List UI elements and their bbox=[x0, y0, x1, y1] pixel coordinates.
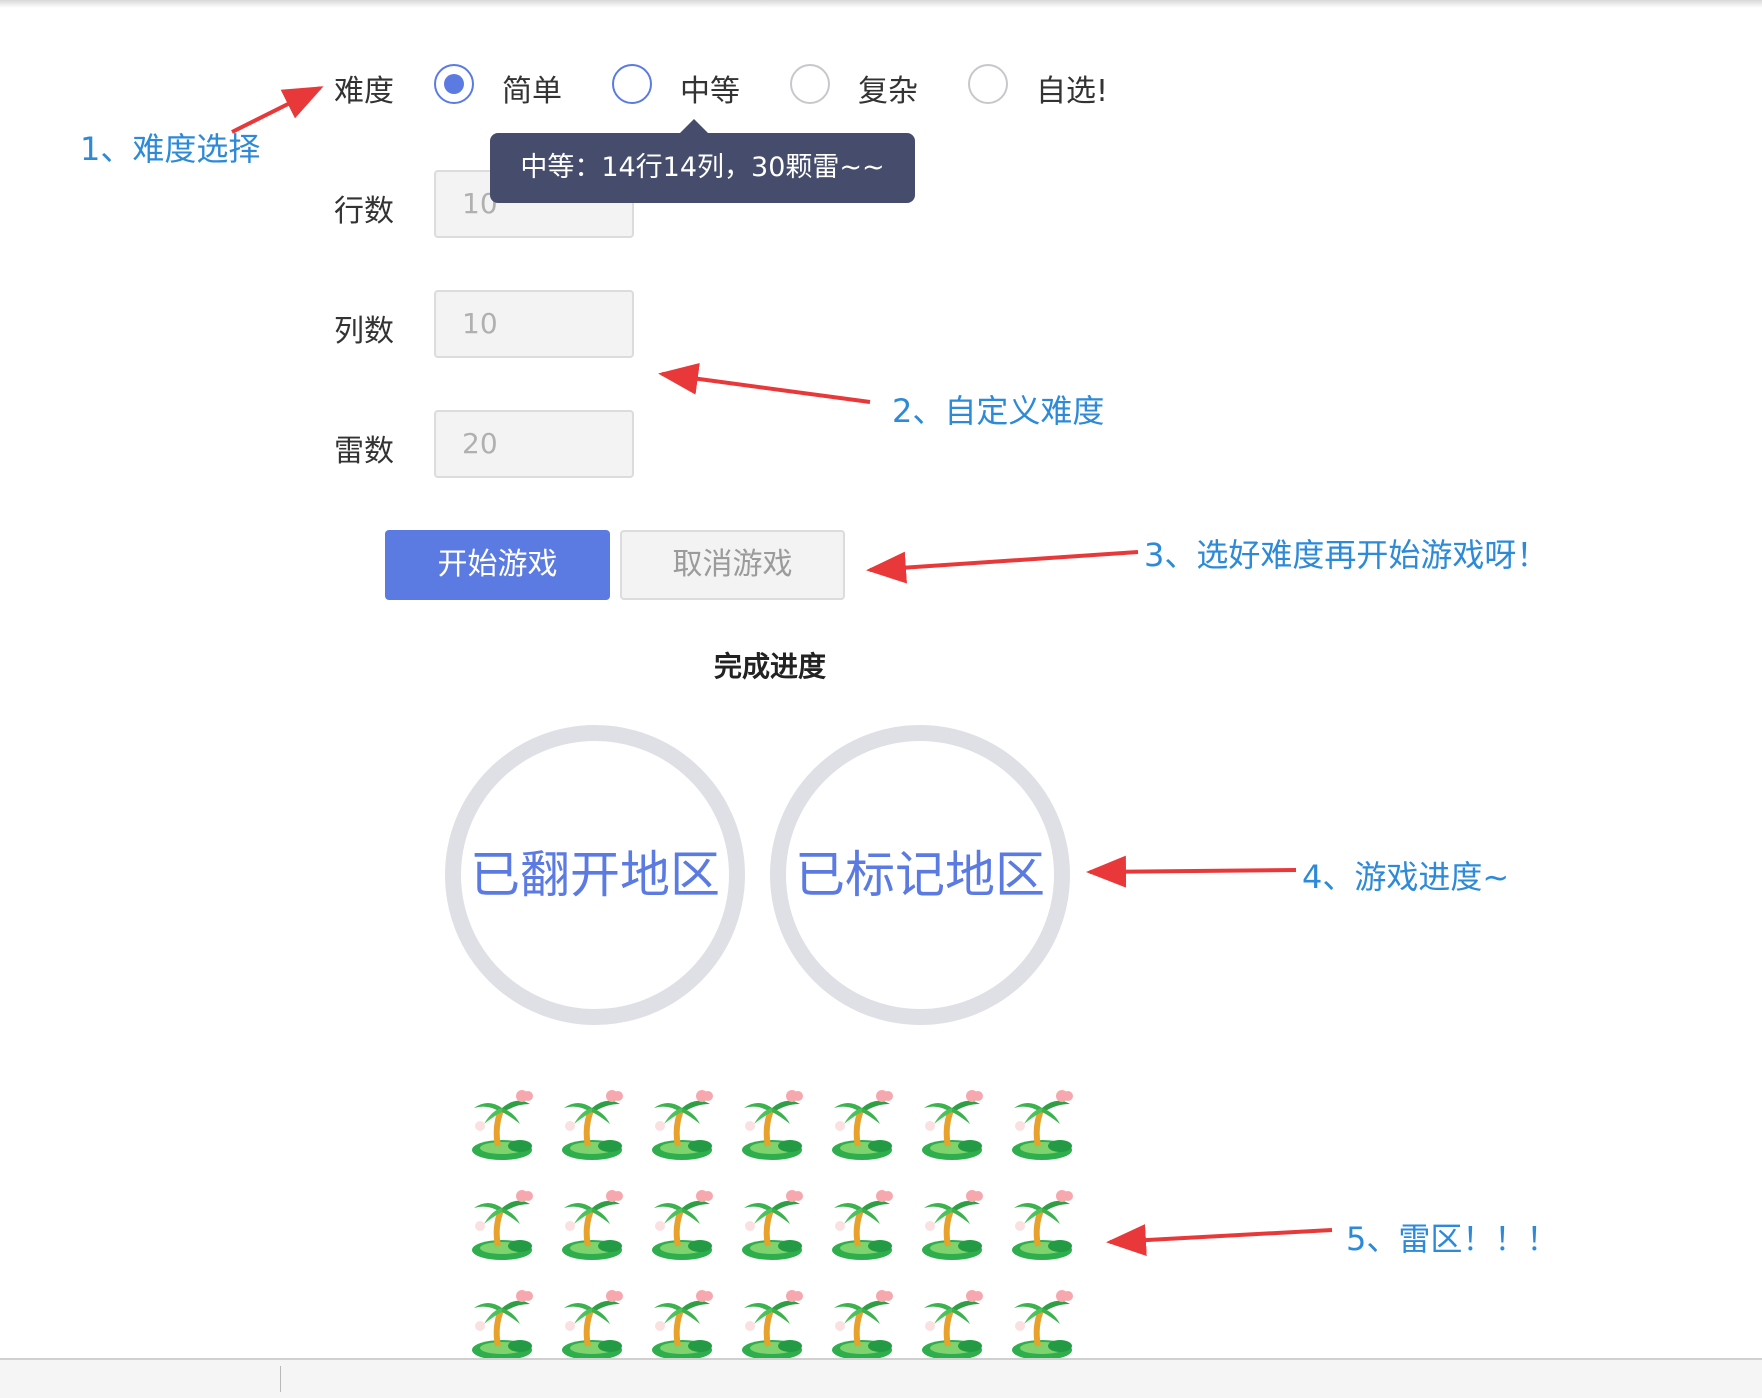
arrow-3 bbox=[866, 550, 1139, 584]
minefield-cell[interactable] bbox=[1002, 1282, 1082, 1362]
cols-label: 列数 bbox=[334, 314, 394, 349]
palm-island-icon bbox=[732, 1190, 812, 1266]
minefield-cell[interactable] bbox=[552, 1182, 632, 1262]
minefield-cell[interactable] bbox=[912, 1182, 992, 1262]
note-custom-difficulty: 2、自定义难度 bbox=[892, 392, 1105, 430]
opened-area-ring: 已翻开地区 bbox=[445, 725, 745, 1025]
window-top-edge bbox=[0, 0, 1762, 8]
radio-medium[interactable] bbox=[612, 64, 652, 104]
note-start-game: 3、选好难度再开始游戏呀！ bbox=[1144, 536, 1549, 574]
palm-island-icon bbox=[552, 1190, 632, 1266]
minefield-cell[interactable] bbox=[552, 1282, 632, 1362]
radio-custom[interactable] bbox=[968, 64, 1008, 104]
flagged-area-ring: 已标记地区 bbox=[770, 725, 1070, 1025]
bottom-status-bar bbox=[0, 1358, 1762, 1398]
minefield-cell[interactable] bbox=[552, 1082, 632, 1162]
palm-island-icon bbox=[462, 1090, 542, 1166]
minefield-cell[interactable] bbox=[642, 1282, 722, 1362]
progress-title: 完成进度 bbox=[713, 650, 826, 683]
note-difficulty-select: 1、难度选择 bbox=[80, 130, 261, 168]
radio-custom-label[interactable]: 自选! bbox=[1036, 66, 1108, 110]
minefield-cell[interactable] bbox=[912, 1282, 992, 1362]
difficulty-label: 难度 bbox=[334, 74, 394, 109]
palm-island-icon bbox=[1002, 1090, 1082, 1166]
palm-island-icon bbox=[732, 1090, 812, 1166]
cancel-game-button[interactable]: 取消游戏 bbox=[620, 530, 845, 600]
palm-island-icon bbox=[552, 1090, 632, 1166]
minefield-cell[interactable] bbox=[1002, 1082, 1082, 1162]
minefield-cell[interactable] bbox=[462, 1182, 542, 1262]
palm-island-icon bbox=[912, 1090, 992, 1166]
palm-island-icon bbox=[822, 1190, 902, 1266]
palm-island-icon bbox=[642, 1090, 722, 1166]
difficulty-tooltip: 中等：14行14列，30颗雷~~ bbox=[490, 119, 915, 203]
radio-hard[interactable] bbox=[790, 64, 830, 104]
note-minefield: 5、雷区！！！ bbox=[1346, 1220, 1559, 1258]
radio-easy-label[interactable]: 简单 bbox=[502, 66, 562, 110]
note-progress: 4、游戏进度~ bbox=[1302, 858, 1510, 896]
rows-label: 行数 bbox=[334, 194, 394, 229]
minefield-cell[interactable] bbox=[1002, 1182, 1082, 1262]
arrow-4 bbox=[1086, 855, 1297, 888]
start-game-button[interactable]: 开始游戏 bbox=[385, 530, 610, 600]
minefield-cell[interactable] bbox=[732, 1082, 812, 1162]
minefield-cell[interactable] bbox=[822, 1182, 902, 1262]
mines-label: 雷数 bbox=[334, 434, 394, 469]
palm-island-icon bbox=[1002, 1190, 1082, 1266]
minefield-cell[interactable] bbox=[462, 1282, 542, 1362]
palm-island-icon bbox=[822, 1090, 902, 1166]
opened-area-label: 已翻开地区 bbox=[470, 846, 720, 904]
minefield-cell[interactable] bbox=[912, 1082, 992, 1162]
status-bar-divider bbox=[280, 1366, 281, 1392]
arrow-2 bbox=[658, 362, 871, 404]
mines-input[interactable]: 20 bbox=[434, 410, 634, 478]
palm-island-icon bbox=[462, 1190, 542, 1266]
minefield-cell[interactable] bbox=[822, 1282, 902, 1362]
minefield-cell[interactable] bbox=[642, 1182, 722, 1262]
palm-island-icon bbox=[642, 1190, 722, 1266]
radio-hard-label[interactable]: 复杂 bbox=[858, 66, 918, 110]
radio-easy[interactable] bbox=[434, 64, 474, 104]
minefield-cell[interactable] bbox=[732, 1182, 812, 1262]
minefield-cell[interactable] bbox=[462, 1082, 542, 1162]
palm-island-icon bbox=[912, 1190, 992, 1266]
cols-input[interactable]: 10 bbox=[434, 290, 634, 358]
radio-medium-label[interactable]: 中等 bbox=[680, 66, 740, 110]
minefield-cell[interactable] bbox=[822, 1082, 902, 1162]
minefield-cell[interactable] bbox=[642, 1082, 722, 1162]
flagged-area-label: 已标记地区 bbox=[795, 846, 1045, 904]
arrow-5 bbox=[1106, 1224, 1333, 1257]
minefield-cell[interactable] bbox=[732, 1282, 812, 1362]
